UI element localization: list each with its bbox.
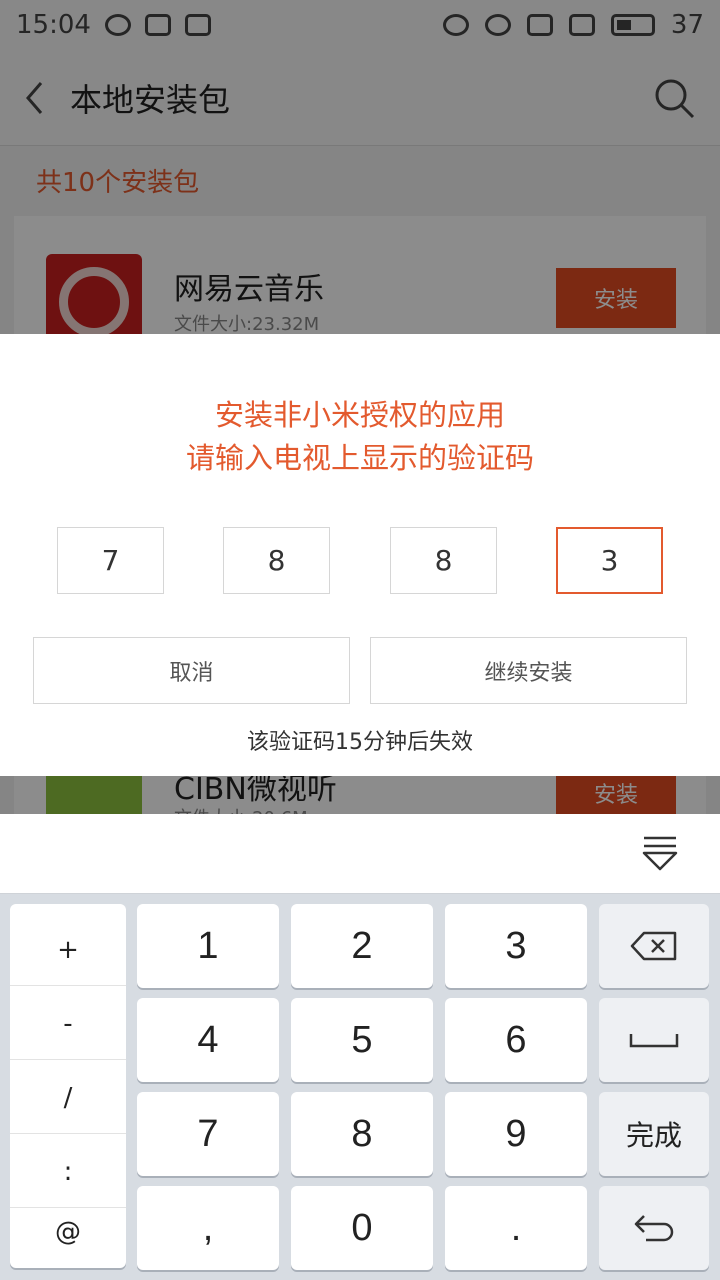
dialog-subtitle: 请输入电视上显示的验证码 <box>185 441 534 475</box>
space-key[interactable] <box>599 998 709 1082</box>
backspace-key[interactable] <box>599 904 709 988</box>
enter-icon <box>634 1215 674 1242</box>
verification-dialog: 安装非小米授权的应用 请输入电视上显示的验证码 7 8 8 3 取消 继续安装 … <box>0 334 720 776</box>
cancel-button[interactable]: 取消 <box>33 637 350 704</box>
key-slash[interactable]: / <box>10 1062 126 1134</box>
backspace-icon <box>630 931 677 961</box>
continue-install-button[interactable]: 继续安装 <box>370 637 687 704</box>
enter-key[interactable] <box>599 1186 709 1270</box>
key-4[interactable]: 4 <box>137 998 279 1082</box>
key-at[interactable]: @ <box>10 1196 126 1268</box>
key-comma[interactable]: , <box>137 1186 279 1270</box>
key-2[interactable]: 2 <box>291 904 433 988</box>
key-8[interactable]: 8 <box>291 1092 433 1176</box>
code-digit-1[interactable]: 7 <box>57 527 164 594</box>
key-7[interactable]: 7 <box>137 1092 279 1176</box>
done-label: 完成 <box>625 1119 682 1152</box>
key-plus[interactable]: + <box>10 914 126 986</box>
key-3[interactable]: 3 <box>445 904 587 988</box>
code-digit-4[interactable]: 3 <box>556 527 663 594</box>
code-expiry-note: 该验证码15分钟后失效 <box>247 730 473 755</box>
key-9[interactable]: 9 <box>445 1092 587 1176</box>
done-key[interactable]: 完成 <box>599 1092 709 1176</box>
key-period[interactable]: . <box>445 1186 587 1270</box>
numeric-keyboard: + - / : @ 1 2 3 4 5 6 7 8 9 完成 , 0 . <box>0 894 720 1280</box>
key-5[interactable]: 5 <box>291 998 433 1082</box>
key-minus[interactable]: - <box>10 988 126 1060</box>
symbol-column: + - / : @ <box>10 904 126 1268</box>
key-0[interactable]: 0 <box>291 1186 433 1270</box>
key-1[interactable]: 1 <box>137 904 279 988</box>
dialog-title: 安装非小米授权的应用 <box>214 398 505 432</box>
code-digit-3[interactable]: 8 <box>390 527 497 594</box>
keyboard-toolbar <box>0 814 720 894</box>
key-6[interactable]: 6 <box>445 998 587 1082</box>
hide-keyboard-icon[interactable] <box>640 834 680 874</box>
code-digit-2[interactable]: 8 <box>223 527 330 594</box>
space-icon <box>629 1034 679 1048</box>
